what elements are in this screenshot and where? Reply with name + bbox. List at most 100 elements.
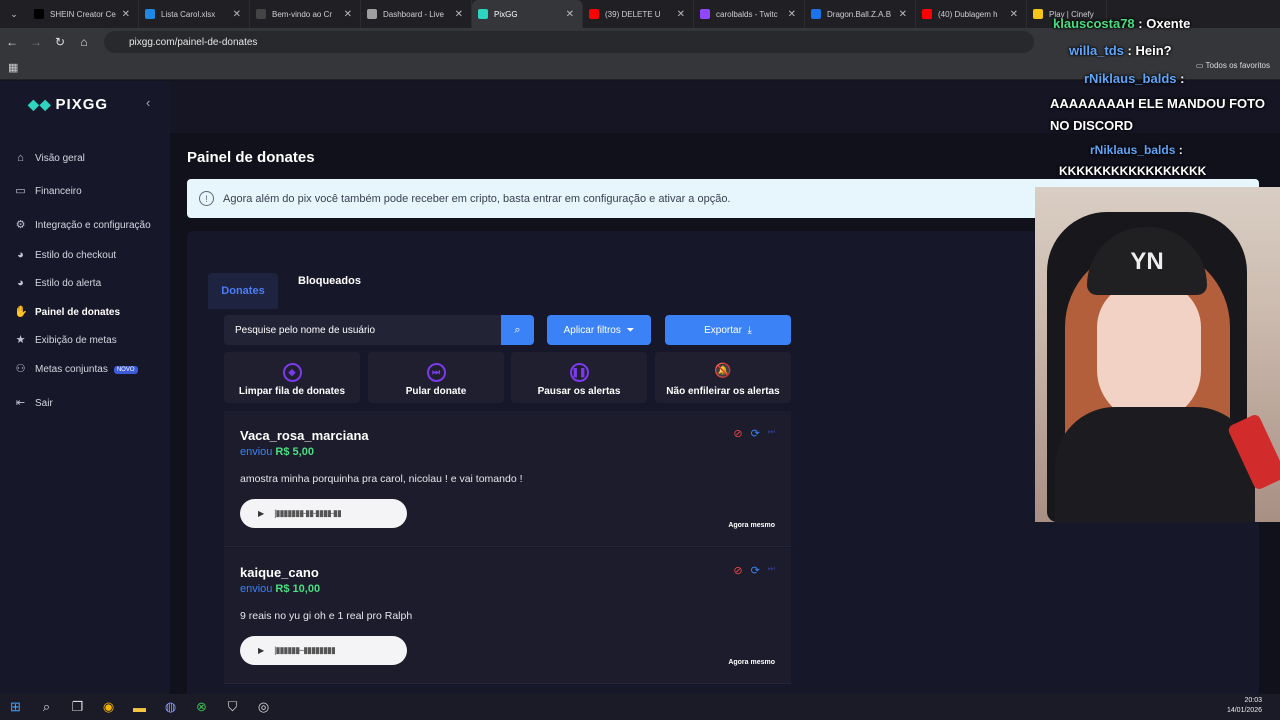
skip-icon[interactable]: ⏭ <box>768 427 775 440</box>
close-tab-icon[interactable]: ✕ <box>788 9 796 20</box>
replay-icon[interactable]: ⟳ <box>751 564 760 577</box>
chat-message-text: KKKKKKKKKKKKKKKKK <box>1059 164 1207 178</box>
browser-tab[interactable]: Lista Carol.xlsx ✕ <box>139 0 250 28</box>
chat-user: rNiklaus_balds <box>1084 71 1177 86</box>
sidebar-item-metas-conjuntas[interactable]: ⚇ Metas conjuntas NOVO <box>14 363 138 376</box>
chat-user: rNiklaus_balds <box>1090 143 1176 157</box>
donate-sent: enviou R$ 5,00 <box>240 446 314 458</box>
tab-label: (39) DELETE U <box>605 9 661 19</box>
browser-tab[interactable]: Dragon.Ball.Z.A.B ✕ <box>805 0 916 28</box>
skip-donate-button[interactable]: ⏭ Pular donate <box>368 352 504 403</box>
sidebar-item-exibicao-metas[interactable]: ★ Exibição de metas <box>14 334 117 347</box>
pixgg-logo-icon: ◆◆ <box>28 96 52 112</box>
clock-time: 20:03 <box>1244 697 1262 704</box>
tab-bloqueados[interactable]: Bloqueados <box>298 275 361 287</box>
replay-icon[interactable]: ⟳ <box>751 427 760 440</box>
browser-tab[interactable]: (39) DELETE U ✕ <box>583 0 694 28</box>
chrome-icon[interactable]: ◉ <box>93 699 124 715</box>
action-label: Limpar fila de donates <box>238 386 346 397</box>
close-tab-icon[interactable]: ✕ <box>344 9 352 20</box>
sidebar-item-integracao[interactable]: ⚙ Integração e configuração <box>14 219 151 232</box>
tab-donates[interactable]: Donates <box>208 273 278 309</box>
sidebar-item-sair[interactable]: ⇤ Sair <box>14 397 53 410</box>
browser-tab[interactable]: carolbalds - Twitc ✕ <box>694 0 805 28</box>
shield-icon[interactable]: ⛉ <box>217 699 248 715</box>
browser-tab[interactable]: SHEIN Creator Ce ✕ <box>28 0 139 28</box>
system-clock[interactable]: 20:03 14/01/2026 <box>1227 696 1262 716</box>
sidebar-item-visao-geral[interactable]: ⌂ Visão geral <box>14 152 85 165</box>
url-field[interactable]: pixgg.com/painel-de-donates <box>104 31 1034 53</box>
block-icon[interactable]: ⊘ <box>733 427 742 440</box>
palette-icon: ◕ <box>17 277 24 289</box>
sidebar-item-label: Sair <box>35 398 53 409</box>
wallet-icon: ▭ <box>15 185 26 197</box>
logout-icon: ⇤ <box>15 397 26 409</box>
tab-favicon <box>700 9 710 19</box>
sidebar-item-estilo-checkout[interactable]: ◕ Estilo do checkout <box>14 249 116 262</box>
forward-icon[interactable]: → <box>24 35 48 49</box>
tab-label: PixGG <box>494 9 518 19</box>
search-input[interactable]: Pesquise pelo nome de usuário <box>224 315 501 345</box>
tab-label: Lista Carol.xlsx <box>161 9 216 19</box>
donate-time: Agora mesmo <box>728 659 775 666</box>
close-tab-icon[interactable]: ✕ <box>233 9 241 20</box>
discord-icon[interactable]: ◍ <box>155 699 186 715</box>
windows-start-icon[interactable]: ⊞ <box>0 699 31 715</box>
collapse-sidebar-icon[interactable]: ‹ <box>146 95 150 110</box>
webcam-feed: YN <box>1035 187 1280 522</box>
play-icon[interactable]: ▶ <box>258 509 264 518</box>
close-tab-icon[interactable]: ✕ <box>677 9 685 20</box>
file-explorer-icon[interactable]: ▬ <box>124 700 155 715</box>
audio-player[interactable]: ▶ |▮▮▮▮▮▮--▮▮▮▮▮▮▮▮ <box>240 636 407 665</box>
browser-tab-active[interactable]: PixGG ✕ <box>472 0 583 28</box>
sidebar-item-estilo-alerta[interactable]: ◕ Estilo do alerta <box>14 277 101 290</box>
browser-tab[interactable]: (40) Dublagem h ✕ <box>916 0 1027 28</box>
alert-text: Agora além do pix você também pode receb… <box>223 192 731 205</box>
xbox-icon[interactable]: ⊗ <box>186 699 217 715</box>
sidebar-item-painel-donates[interactable]: ✋ Painel de donates <box>14 306 120 319</box>
clear-queue-button[interactable]: ◆ Limpar fila de donates <box>224 352 360 403</box>
sent-label: enviou <box>240 446 273 458</box>
page-title: Painel de donates <box>187 149 315 166</box>
close-tab-icon[interactable]: ✕ <box>899 9 907 20</box>
apply-filters-button[interactable]: Aplicar filtros ⏷ <box>547 315 651 345</box>
tab-favicon <box>811 9 821 19</box>
cap-logo: YN <box>1130 248 1164 275</box>
search-placeholder: Pesquise pelo nome de usuário <box>235 324 376 336</box>
waveform-icon: |▮▮▮▮▮▮--▮▮▮▮▮▮▮▮ <box>274 645 336 655</box>
play-icon[interactable]: ▶ <box>258 646 264 655</box>
export-button[interactable]: Exportar ⤓ <box>665 315 791 345</box>
donate-message: amostra minha porquinha pra carol, nicol… <box>240 473 523 485</box>
no-queue-alerts-button[interactable]: 🔕 Não enfileirar os alertas <box>655 352 791 403</box>
sidebar-item-financeiro[interactable]: ▭ Financeiro <box>14 185 81 198</box>
reload-icon[interactable]: ↻ <box>48 35 72 49</box>
task-view-icon[interactable]: ❐ <box>62 699 93 715</box>
close-tab-icon[interactable]: ✕ <box>455 9 463 20</box>
clock-date: 14/01/2026 <box>1226 707 1262 714</box>
donate-amount: R$ 5,00 <box>275 446 314 458</box>
sent-label: enviou <box>240 583 273 595</box>
block-icon[interactable]: ⊘ <box>733 564 742 577</box>
browser-tab[interactable]: Dashboard - Live ✕ <box>361 0 472 28</box>
pause-icon: ❚❚ <box>569 363 589 382</box>
chat-message: willa_tds : Hein? <box>1069 43 1172 58</box>
close-tab-icon[interactable]: ✕ <box>566 9 574 20</box>
obs-icon[interactable]: ◎ <box>248 699 279 715</box>
info-icon: ! <box>199 191 214 206</box>
audio-player[interactable]: ▶ |▮▮▮▮▮▮▮-▮▮-▮▮▮▮-▮▮ <box>240 499 407 528</box>
close-tab-icon[interactable]: ✕ <box>122 9 130 20</box>
close-tab-icon[interactable]: ✕ <box>1010 9 1018 20</box>
pixgg-logo[interactable]: ◆◆ PIXGG <box>28 96 108 113</box>
star-icon: ★ <box>15 334 26 346</box>
pause-alerts-button[interactable]: ❚❚ Pausar os alertas <box>511 352 647 403</box>
bell-off-icon: 🔕 <box>714 362 732 378</box>
browser-tab[interactable]: Bem-vindo ao Cr ✕ <box>250 0 361 28</box>
apps-grid-icon[interactable]: ▦ <box>8 61 18 74</box>
tab-search-icon[interactable]: ⌄ <box>0 9 28 20</box>
skip-icon[interactable]: ⏭ <box>768 564 775 577</box>
home-icon[interactable]: ⌂ <box>72 35 96 49</box>
search-button[interactable]: ⌕ <box>501 315 534 345</box>
back-icon[interactable]: ← <box>0 35 24 49</box>
search-icon[interactable]: ⌕ <box>31 699 62 715</box>
palette-icon: ◕ <box>17 249 24 261</box>
